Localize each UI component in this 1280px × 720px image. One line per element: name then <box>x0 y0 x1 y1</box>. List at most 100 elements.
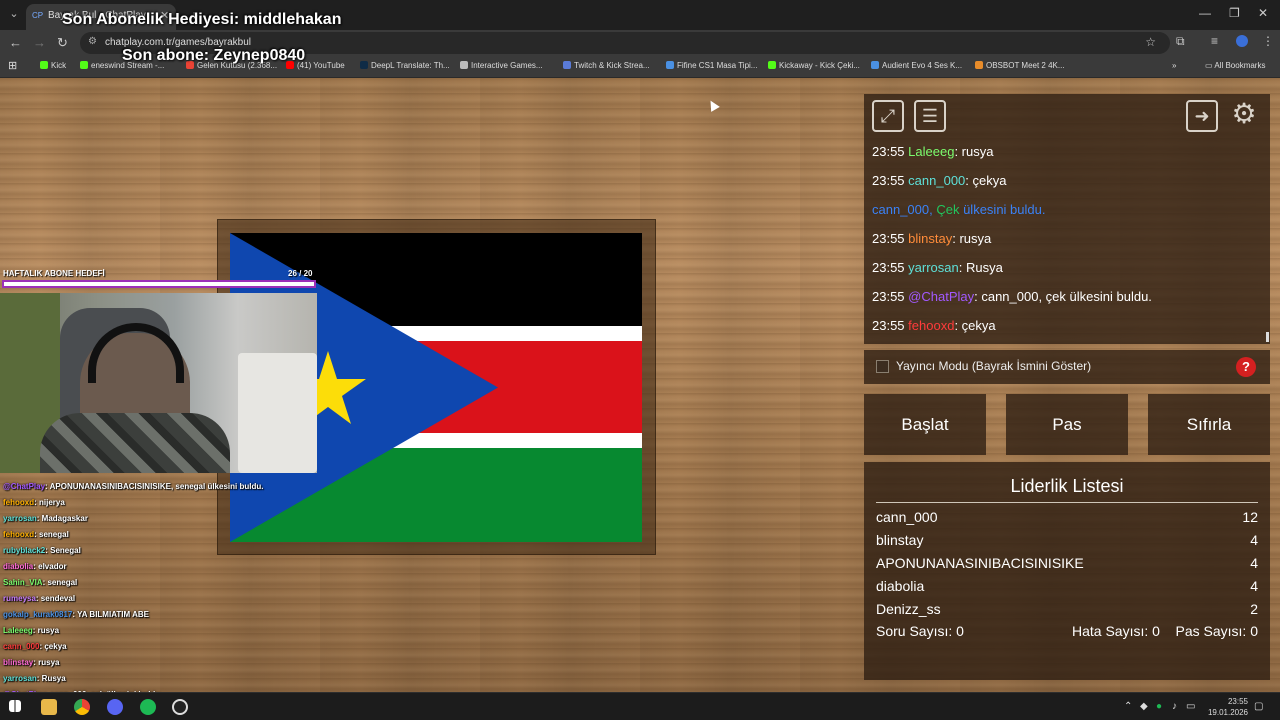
chat-time: 23:55 <box>872 144 905 159</box>
chat-scrollbar[interactable] <box>1266 332 1269 342</box>
bookmark-item[interactable]: Fifine CS1 Masa Tipi... <box>666 61 757 70</box>
overlay-chat-line: fehooxd: nijerya <box>3 498 323 514</box>
leaderboard-row: cann_000 12 <box>876 509 1258 529</box>
network-icon[interactable]: ▭ <box>1186 701 1195 712</box>
chat-messages: 23:55 Laleeeg: rusya 23:55 cann_000: çeky… <box>872 144 1262 347</box>
start-button[interactable]: Başlat <box>864 394 986 455</box>
site-info-icon[interactable]: ⚙ <box>88 36 97 47</box>
player-name: diabolia <box>876 578 925 594</box>
player-score: 2 <box>1250 601 1258 617</box>
chat-message: cann_000, Çek ülkesini buldu. <box>872 202 1262 231</box>
media-icon[interactable]: ≡ <box>1211 34 1218 48</box>
overlay-chat-user: rumeysa <box>3 594 36 603</box>
chat-username[interactable]: cann_000 <box>908 173 965 188</box>
chat-text: : rusya <box>952 231 992 246</box>
restore-icon[interactable]: ❐ <box>1229 6 1240 20</box>
streamer-mode-label: Yayıncı Modu (Bayrak İsmini Göster) <box>896 359 1092 373</box>
player-score: 4 <box>1250 532 1258 548</box>
bookmark-favicon-icon <box>563 61 571 69</box>
overlay-chat-line: yarrosan: Madagaskar <box>3 514 323 530</box>
settings-gear-icon[interactable]: ⚙ <box>1228 100 1260 132</box>
reset-button[interactable]: Sıfırla <box>1148 394 1270 455</box>
help-button[interactable]: ? <box>1236 357 1256 377</box>
chat-username[interactable]: Laleeeg <box>908 144 954 159</box>
last-gift-text: Son Abonelik Hediyesi: middlehakan <box>62 11 342 28</box>
bookmark-item[interactable]: Kick <box>40 61 66 70</box>
bookmark-star-icon[interactable]: ☆ <box>1145 35 1156 49</box>
streamer-mode-checkbox[interactable] <box>876 360 889 373</box>
chat-username[interactable]: cann_000, <box>872 202 936 217</box>
divider <box>876 502 1258 503</box>
more-bookmarks-icon[interactable]: » <box>1172 61 1176 70</box>
browser-menu-icon[interactable]: ⋮ <box>1262 34 1274 48</box>
tray-spotify-icon[interactable]: ● <box>1156 701 1162 712</box>
overlay-chat-user: diabolia <box>3 562 34 571</box>
tray-expand-icon[interactable]: ⌃ <box>1124 701 1132 712</box>
profile-avatar[interactable] <box>1236 35 1248 47</box>
overlay-chat-line: @ChatPlay: APONUNANASINIBACISINISIKE, se… <box>3 482 323 498</box>
bookmark-label: DeepL Translate: Th... <box>371 61 450 70</box>
overlay-chat-line: fehooxd: senegal <box>3 530 323 546</box>
bookmark-favicon-icon <box>460 61 468 69</box>
bookmark-item[interactable]: DeepL Translate: Th... <box>360 61 450 70</box>
chat-username[interactable]: yarrosan <box>908 260 959 275</box>
bookmark-item[interactable]: Kickaway - Kick Çeki... <box>768 61 860 70</box>
chat-username[interactable]: @ChatPlay <box>908 289 974 304</box>
discord-icon[interactable] <box>107 699 123 715</box>
exit-icon[interactable]: ➜ <box>1186 100 1218 132</box>
overlay-chat-line: diabolia: elvador <box>3 562 323 578</box>
chrome-icon[interactable] <box>74 699 90 715</box>
bookmark-favicon-icon <box>360 61 368 69</box>
player-name: blinstay <box>876 532 924 548</box>
overlay-chat-line: gokalp_kurak0817: YA BILMIATIM ABE <box>3 610 323 626</box>
chat-username[interactable]: blinstay <box>908 231 952 246</box>
bookmark-label: Interactive Games... <box>471 61 543 70</box>
overlay-chat-user: blinstay <box>3 658 34 667</box>
notifications-icon[interactable]: ▢ <box>1254 701 1263 712</box>
forward-icon[interactable]: → <box>33 35 46 50</box>
fullscreen-icon[interactable]: ⤢ <box>872 100 904 132</box>
chat-time: 23:55 <box>872 289 905 304</box>
overlay-chat-text: : Senegal <box>45 546 81 555</box>
overlay-chat-user: rubyblack2 <box>3 546 46 555</box>
leaderboard-panel: Liderlik Listesi cann_000 12 blinstay 4 APON… <box>864 462 1270 680</box>
overlay-chat-text: : senegal <box>42 578 78 587</box>
chat-username[interactable]: fehooxd <box>908 318 954 333</box>
start-menu-icon[interactable] <box>9 700 21 712</box>
streamer-mode-row: Yayıncı Modu (Bayrak İsmini Göster) ? <box>864 350 1270 384</box>
notes-icon[interactable]: ☰ <box>914 100 946 132</box>
bookmark-item[interactable]: OBSBOT Meet 2 4K... <box>975 61 1065 70</box>
reload-icon[interactable]: ↻ <box>57 35 68 51</box>
leaderboard-row: Denizz_ss 2 <box>876 601 1258 621</box>
bookmark-item[interactable]: Audient Evo 4 Ses K... <box>871 61 962 70</box>
all-bookmarks[interactable]: ▭ All Bookmarks <box>1205 61 1265 70</box>
game-chat-panel: ⤢ ☰ ➜ ⚙ 23:55 Laleeeg : rusya 23:55 cann_0… <box>864 94 1270 344</box>
overlay-chat-text: : rusya <box>33 658 60 667</box>
extensions-icon[interactable]: ⧉ <box>1176 34 1185 49</box>
bookmark-label: Kick <box>51 61 67 70</box>
minimize-icon[interactable]: — <box>1199 6 1211 20</box>
pass-button[interactable]: Pas <box>1006 394 1128 455</box>
bookmark-item[interactable]: Twitch & Kick Strea... <box>563 61 650 70</box>
bookmark-item[interactable]: Interactive Games... <box>460 61 543 70</box>
tray-app-icon[interactable]: ◆ <box>1140 701 1148 712</box>
leaderboard-row: blinstay 4 <box>876 532 1258 552</box>
overlay-chat-text: : çekya <box>39 642 67 651</box>
all-bookmarks-label: All Bookmarks <box>1214 61 1266 70</box>
file-explorer-icon[interactable] <box>41 699 57 715</box>
overlay-chat-user: yarrosan <box>3 514 37 523</box>
bookmark-label: Kickaway - Kick Çeki... <box>779 61 860 70</box>
close-window-icon[interactable]: ✕ <box>1258 6 1268 20</box>
stream-chat-overlay: @ChatPlay: APONUNANASINIBACISINISIKE, se… <box>3 482 323 720</box>
overlay-chat-user: Laleeeg <box>3 626 33 635</box>
obs-icon[interactable] <box>172 699 188 715</box>
apps-grid-icon[interactable]: ⊞ <box>8 59 17 72</box>
overlay-chat-user: gokalp_kurak0817 <box>3 610 73 619</box>
tab-search-icon[interactable]: ⌄ <box>6 6 22 22</box>
system-clock[interactable]: 23:55 19.01.2026 <box>1196 696 1248 718</box>
taskbar: ⌃ ◆ ● ♪ ▭ 23:55 19.01.2026 ▢ <box>0 692 1280 720</box>
volume-icon[interactable]: ♪ <box>1172 701 1177 712</box>
spotify-icon[interactable] <box>140 699 156 715</box>
back-icon[interactable]: ← <box>9 35 22 50</box>
webcam-bed <box>238 353 317 473</box>
